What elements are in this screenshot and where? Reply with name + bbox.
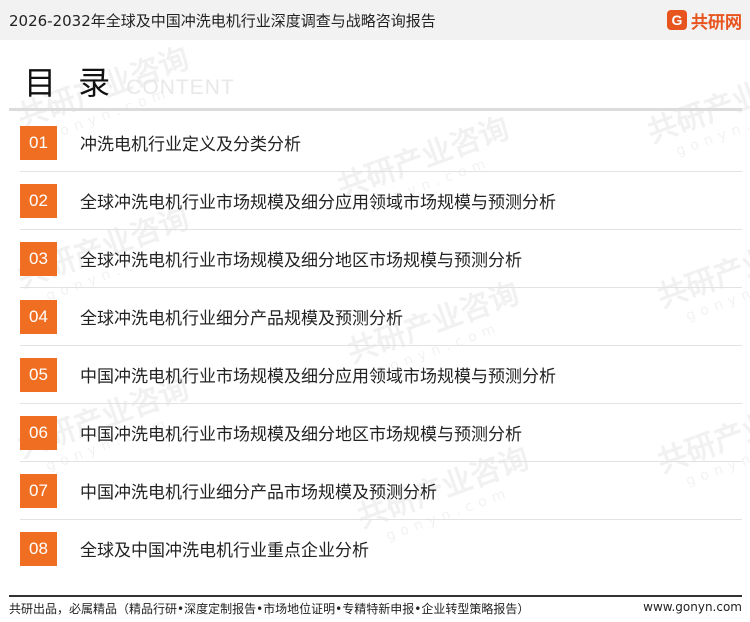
toc-item-number: 07	[20, 474, 57, 508]
toc-item-title: 中国冲洗电机行业细分产品市场规模及预测分析	[80, 483, 437, 503]
row-divider	[20, 345, 742, 346]
toc-item-number: 04	[20, 300, 57, 334]
header-bar: 2026-2032年全球及中国冲洗电机行业深度调查与战略咨询报告 G 共研网	[0, 0, 750, 40]
footer-divider	[9, 595, 742, 597]
footer-website: www.gonyn.com	[643, 600, 742, 614]
toc-item: 03 全球冲洗电机行业市场规模及细分地区市场规模与预测分析	[20, 240, 742, 298]
toc-item-title: 全球及中国冲洗电机行业重点企业分析	[80, 541, 369, 561]
row-divider	[20, 519, 742, 520]
toc-title-en: CONTENT	[126, 76, 235, 99]
toc-item-number: 06	[20, 416, 57, 450]
toc-item-number: 02	[20, 184, 57, 218]
footer-slogan: 共研出品，必属精品（精品行研•深度定制报告•市场地位证明•专精特新申报•企业转型…	[9, 602, 530, 616]
toc-item-number: 01	[20, 126, 57, 160]
footer: 共研出品，必属精品（精品行研•深度定制报告•市场地位证明•专精特新申报•企业转型…	[9, 600, 742, 617]
toc-item: 04 全球冲洗电机行业细分产品规模及预测分析	[20, 298, 742, 356]
toc-heading: 目 录 CONTENT	[24, 58, 235, 104]
row-divider	[20, 461, 742, 462]
heading-divider	[9, 108, 742, 111]
toc-title: 目 录	[24, 64, 117, 102]
row-divider	[20, 171, 742, 172]
toc-item-title: 冲洗电机行业定义及分类分析	[80, 135, 301, 155]
toc-item: 08 全球及中国冲洗电机行业重点企业分析	[20, 530, 742, 588]
toc-item-number: 08	[20, 532, 57, 566]
brand-name: 共研网	[691, 12, 742, 33]
toc-item-title: 全球冲洗电机行业细分产品规模及预测分析	[80, 309, 403, 329]
row-divider	[20, 229, 742, 230]
brand-logo-icon: G	[667, 10, 687, 30]
row-divider	[20, 403, 742, 404]
toc-item-number: 05	[20, 358, 57, 392]
toc-list: 01 冲洗电机行业定义及分类分析 02 全球冲洗电机行业市场规模及细分应用领域市…	[20, 124, 742, 588]
toc-item-title: 全球冲洗电机行业市场规模及细分应用领域市场规模与预测分析	[80, 193, 556, 213]
toc-item-title: 中国冲洗电机行业市场规模及细分地区市场规模与预测分析	[80, 425, 522, 445]
toc-item: 01 冲洗电机行业定义及分类分析	[20, 124, 742, 182]
toc-item-title: 全球冲洗电机行业市场规模及细分地区市场规模与预测分析	[80, 251, 522, 271]
brand-logo: G 共研网	[667, 8, 742, 33]
toc-item: 02 全球冲洗电机行业市场规模及细分应用领域市场规模与预测分析	[20, 182, 742, 240]
toc-item: 07 中国冲洗电机行业细分产品市场规模及预测分析	[20, 472, 742, 530]
document-title: 2026-2032年全球及中国冲洗电机行业深度调查与战略咨询报告	[9, 11, 436, 30]
toc-item-number: 03	[20, 242, 57, 276]
toc-item: 05 中国冲洗电机行业市场规模及细分应用领域市场规模与预测分析	[20, 356, 742, 414]
toc-item-title: 中国冲洗电机行业市场规模及细分应用领域市场规模与预测分析	[80, 367, 556, 387]
toc-item: 06 中国冲洗电机行业市场规模及细分地区市场规模与预测分析	[20, 414, 742, 472]
row-divider	[20, 287, 742, 288]
